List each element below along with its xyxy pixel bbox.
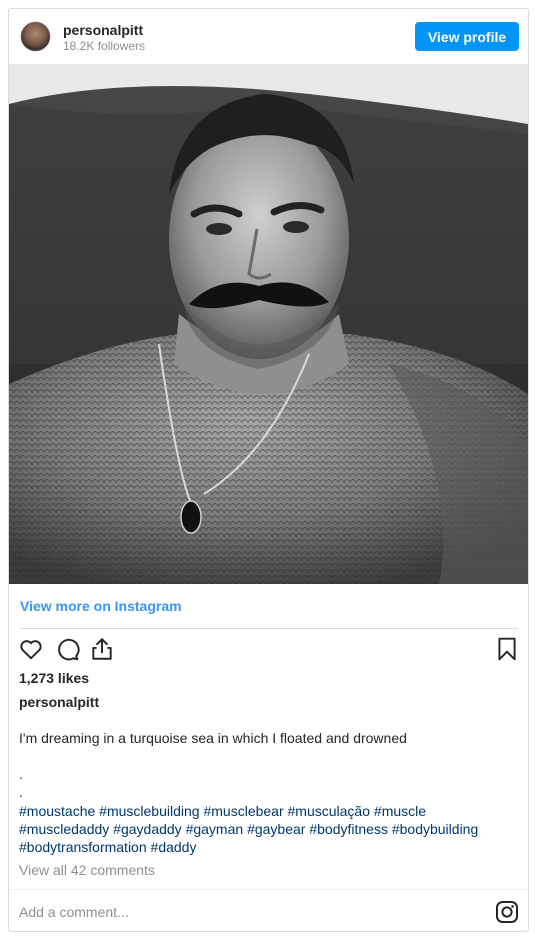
instagram-logo-icon[interactable] [495, 900, 519, 924]
view-profile-button[interactable]: View profile [415, 22, 519, 51]
hashtag-link[interactable]: #daddy [151, 839, 197, 855]
post-image[interactable] [9, 64, 528, 584]
caption-dot: . [19, 784, 23, 800]
hashtag-link[interactable]: #gaybear [247, 821, 305, 837]
footer-divider [9, 889, 528, 890]
caption-text: I'm dreaming in a turquoise sea in which… [19, 730, 407, 746]
heart-icon[interactable] [18, 636, 44, 662]
comment-icon[interactable] [54, 636, 80, 662]
caption-username[interactable]: personalpitt [19, 694, 99, 710]
hashtag-link[interactable]: #moustache [19, 803, 95, 819]
hashtag-link[interactable]: #muscle [374, 803, 426, 819]
caption-dot: . [19, 766, 23, 782]
hashtag-link[interactable]: #muscledaddy [19, 821, 109, 837]
post-header: personalpitt 18.2K followers View profil… [9, 9, 528, 64]
like-count[interactable]: 1,273 likes [19, 670, 89, 686]
hashtag-link[interactable]: #gayman [186, 821, 244, 837]
bookmark-icon[interactable] [494, 636, 520, 662]
hashtag-link[interactable]: #bodytransformation [19, 839, 147, 855]
instagram-embed-card: personalpitt 18.2K followers View profil… [8, 8, 529, 932]
follower-count: 18.2K followers [63, 39, 146, 53]
avatar[interactable] [20, 21, 51, 52]
divider [20, 628, 518, 629]
view-all-comments-link[interactable]: View all 42 comments [19, 862, 155, 878]
hashtag-link[interactable]: #musclebear [203, 803, 283, 819]
hashtag-link[interactable]: #bodyfitness [309, 821, 388, 837]
share-icon[interactable] [89, 636, 115, 662]
add-comment-input[interactable] [19, 901, 459, 923]
username[interactable]: personalpitt [63, 22, 143, 38]
hashtag-list: #moustache #musclebuilding #musclebear #… [19, 802, 519, 856]
hashtag-link[interactable]: #gaydaddy [113, 821, 182, 837]
post-photo-illustration [9, 64, 528, 584]
hashtag-link[interactable]: #musculação [288, 803, 371, 819]
hashtag-link[interactable]: #musclebuilding [99, 803, 199, 819]
hashtag-link[interactable]: #bodybuilding [392, 821, 478, 837]
view-more-link[interactable]: View more on Instagram [20, 598, 182, 614]
